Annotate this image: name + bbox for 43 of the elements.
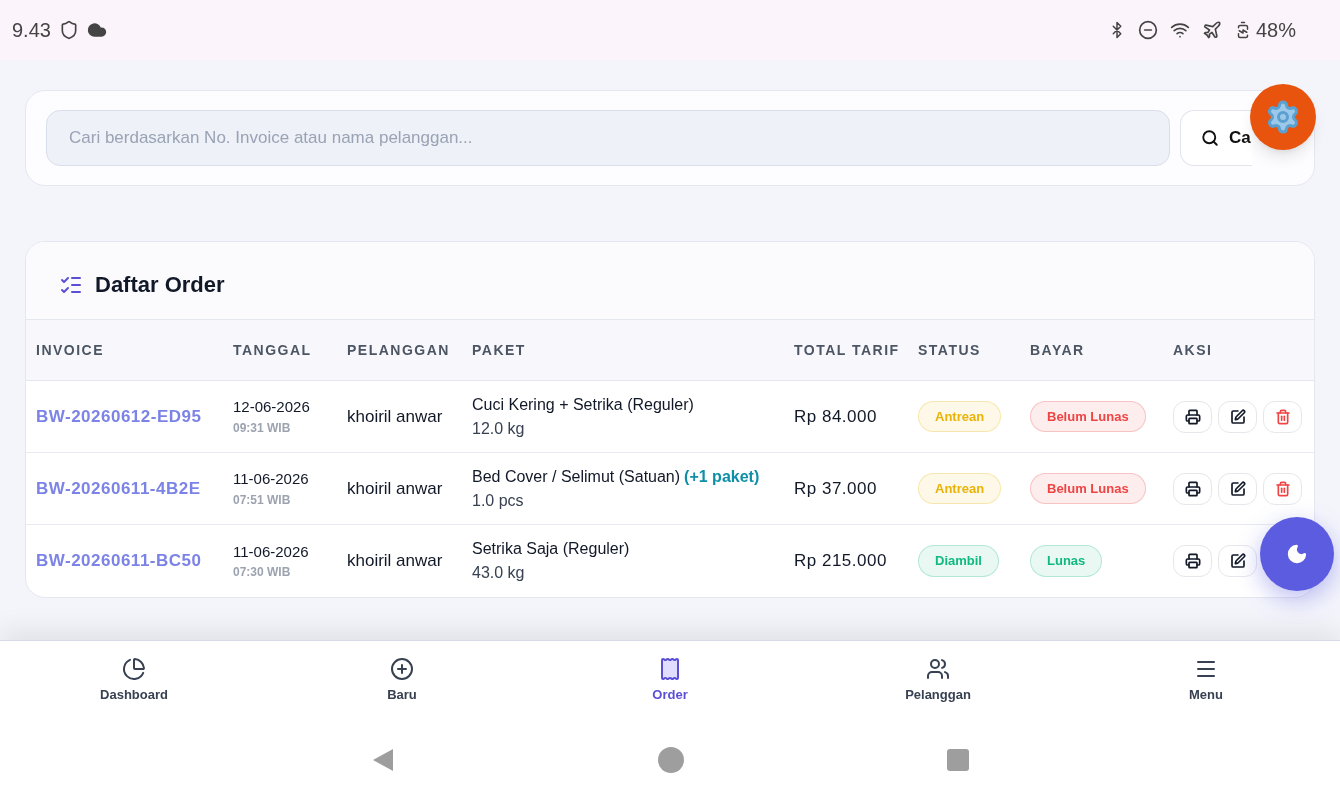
search-field[interactable]: Cari berdasarkan No. Invoice atau nama pelanggan... bbox=[46, 110, 1170, 166]
nav-tab[interactable]: Pelanggan bbox=[897, 656, 979, 705]
customer-name: khoiril anwar bbox=[347, 477, 444, 500]
package-name: Cuci Kering + Setrika (Reguler) bbox=[472, 394, 694, 415]
order-time: 07:51 WIB bbox=[233, 491, 292, 509]
extra-package-count: (+1 paket) bbox=[684, 466, 760, 487]
status-badge: Antrean bbox=[918, 472, 1002, 505]
nav-tab[interactable]: Menu bbox=[1181, 656, 1231, 705]
total-price: Rp 84.000 bbox=[794, 405, 878, 428]
order-time: 07:30 WIB bbox=[233, 564, 292, 582]
package-quantity: 43.0 kg bbox=[472, 563, 526, 583]
payment-badge: Belum Lunas bbox=[1030, 400, 1146, 433]
card-title: Daftar Order bbox=[95, 271, 225, 299]
total-price: Rp 37.000 bbox=[794, 477, 878, 500]
order-date: 11-06-2026 bbox=[233, 541, 310, 562]
column-header: PELANGGAN bbox=[347, 340, 451, 360]
search-button[interactable]: Ca bbox=[1180, 110, 1252, 166]
order-date: 11-06-2026 bbox=[233, 469, 310, 490]
payment-badge: Belum Lunas bbox=[1030, 472, 1146, 505]
package-quantity: 12.0 kg bbox=[472, 418, 526, 439]
total-price: Rp 215.000 bbox=[794, 550, 888, 573]
battery-percent: 48% bbox=[1255, 18, 1296, 43]
column-header: STATUS bbox=[918, 340, 982, 360]
nav-tab[interactable]: Baru bbox=[379, 656, 425, 705]
package-quantity: 1.0 pcs bbox=[472, 490, 525, 511]
clock-time: 9.43 bbox=[12, 18, 51, 43]
status-badge: Antrean bbox=[918, 400, 1002, 433]
order-date: 12-06-2026 bbox=[233, 397, 311, 418]
package-name: Bed Cover / Selimut (Satuan) bbox=[472, 466, 681, 487]
column-header: TOTAL TARIF bbox=[794, 340, 901, 360]
nav-tab[interactable]: Order bbox=[644, 656, 696, 705]
customer-name: khoiril anwar bbox=[347, 405, 444, 428]
payment-badge: Lunas bbox=[1030, 545, 1103, 577]
customer-name: khoiril anwar bbox=[347, 550, 444, 573]
column-header: PAKET bbox=[472, 340, 527, 360]
package-name: Setrika Saja (Reguler) bbox=[472, 539, 630, 559]
status-badge: Diambil bbox=[918, 545, 999, 577]
nav-tab[interactable]: Dashboard bbox=[92, 656, 176, 705]
column-header: BAYAR bbox=[1030, 340, 1086, 360]
column-header: TANGGAL bbox=[233, 340, 313, 360]
order-time: 09:31 WIB bbox=[233, 419, 292, 437]
column-header: INVOICE bbox=[36, 340, 106, 360]
column-header: AKSI bbox=[1173, 340, 1214, 360]
